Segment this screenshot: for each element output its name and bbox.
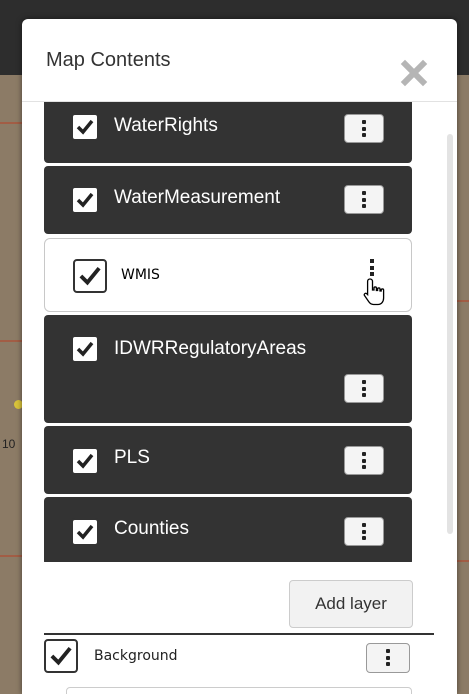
layer-checkbox[interactable] — [71, 335, 99, 363]
checkmark-icon — [76, 524, 94, 540]
more-vertical-icon — [362, 523, 366, 543]
layer-label: WaterRights — [114, 115, 218, 136]
layer-checkbox[interactable] — [71, 447, 99, 475]
hand-pointer-icon — [363, 278, 385, 306]
panel-header: Map Contents — [22, 19, 457, 102]
background-layer-row: Background — [44, 635, 434, 694]
layer-list: WaterRights WaterMeasurement WMIS IDWRRe… — [22, 102, 457, 562]
more-vertical-icon — [362, 191, 366, 211]
checkmark-icon — [76, 341, 94, 357]
more-vertical-icon — [370, 259, 374, 276]
background-checkbox[interactable] — [44, 639, 78, 673]
layer-menu-button[interactable] — [357, 259, 387, 309]
layer-item-idwrregulatoryareas: IDWRRegulatoryAreas — [44, 315, 412, 423]
layer-menu-button[interactable] — [344, 374, 384, 403]
layer-label: WaterMeasurement — [114, 187, 281, 208]
layer-item-counties: Counties — [44, 497, 412, 562]
checkmark-icon — [76, 119, 94, 135]
map-road-line — [0, 122, 22, 124]
layer-menu-button[interactable] — [344, 446, 384, 475]
panel-title: Map Contents — [46, 49, 171, 71]
more-vertical-icon — [362, 380, 366, 400]
layer-checkbox[interactable] — [71, 186, 99, 214]
checkmark-icon — [76, 192, 94, 208]
layer-item-waterrights: WaterRights — [44, 102, 412, 163]
map-road-line — [457, 300, 469, 302]
layer-menu-button[interactable] — [344, 185, 384, 214]
map-contents-panel: Map Contents WaterRights WaterMeasuremen… — [22, 19, 457, 694]
checkmark-icon — [50, 646, 72, 666]
checkmark-icon — [79, 266, 101, 286]
layer-menu-button[interactable] — [344, 517, 384, 546]
layer-checkbox[interactable] — [71, 518, 99, 546]
layer-menu-button[interactable] — [344, 114, 384, 143]
layer-label: IDWRRegulatoryAreas — [114, 338, 307, 359]
map-road-line — [457, 560, 469, 562]
layer-item-watermeasurement: WaterMeasurement — [44, 166, 412, 234]
layer-item-wmis: WMIS — [44, 238, 412, 312]
map-road-line — [0, 555, 22, 557]
background-label: Background — [94, 648, 178, 664]
basemap-selector[interactable] — [66, 687, 412, 694]
more-vertical-icon — [362, 452, 366, 472]
layer-label: WMIS — [121, 267, 160, 283]
layer-checkbox[interactable] — [71, 113, 99, 141]
layer-list-scrollbar[interactable] — [447, 134, 453, 534]
more-vertical-icon — [386, 649, 390, 669]
add-layer-button[interactable]: Add layer — [289, 580, 413, 628]
layer-checkbox[interactable] — [73, 259, 107, 293]
background-menu-button[interactable] — [366, 643, 410, 673]
map-label: 10 — [2, 437, 16, 451]
layer-label: Counties — [114, 518, 189, 539]
close-icon — [400, 59, 428, 87]
close-button[interactable] — [400, 57, 430, 87]
more-vertical-icon — [362, 120, 366, 140]
layer-item-pls: PLS — [44, 426, 412, 494]
layer-label: PLS — [114, 447, 150, 468]
checkmark-icon — [76, 453, 94, 469]
map-road-line — [0, 340, 22, 342]
